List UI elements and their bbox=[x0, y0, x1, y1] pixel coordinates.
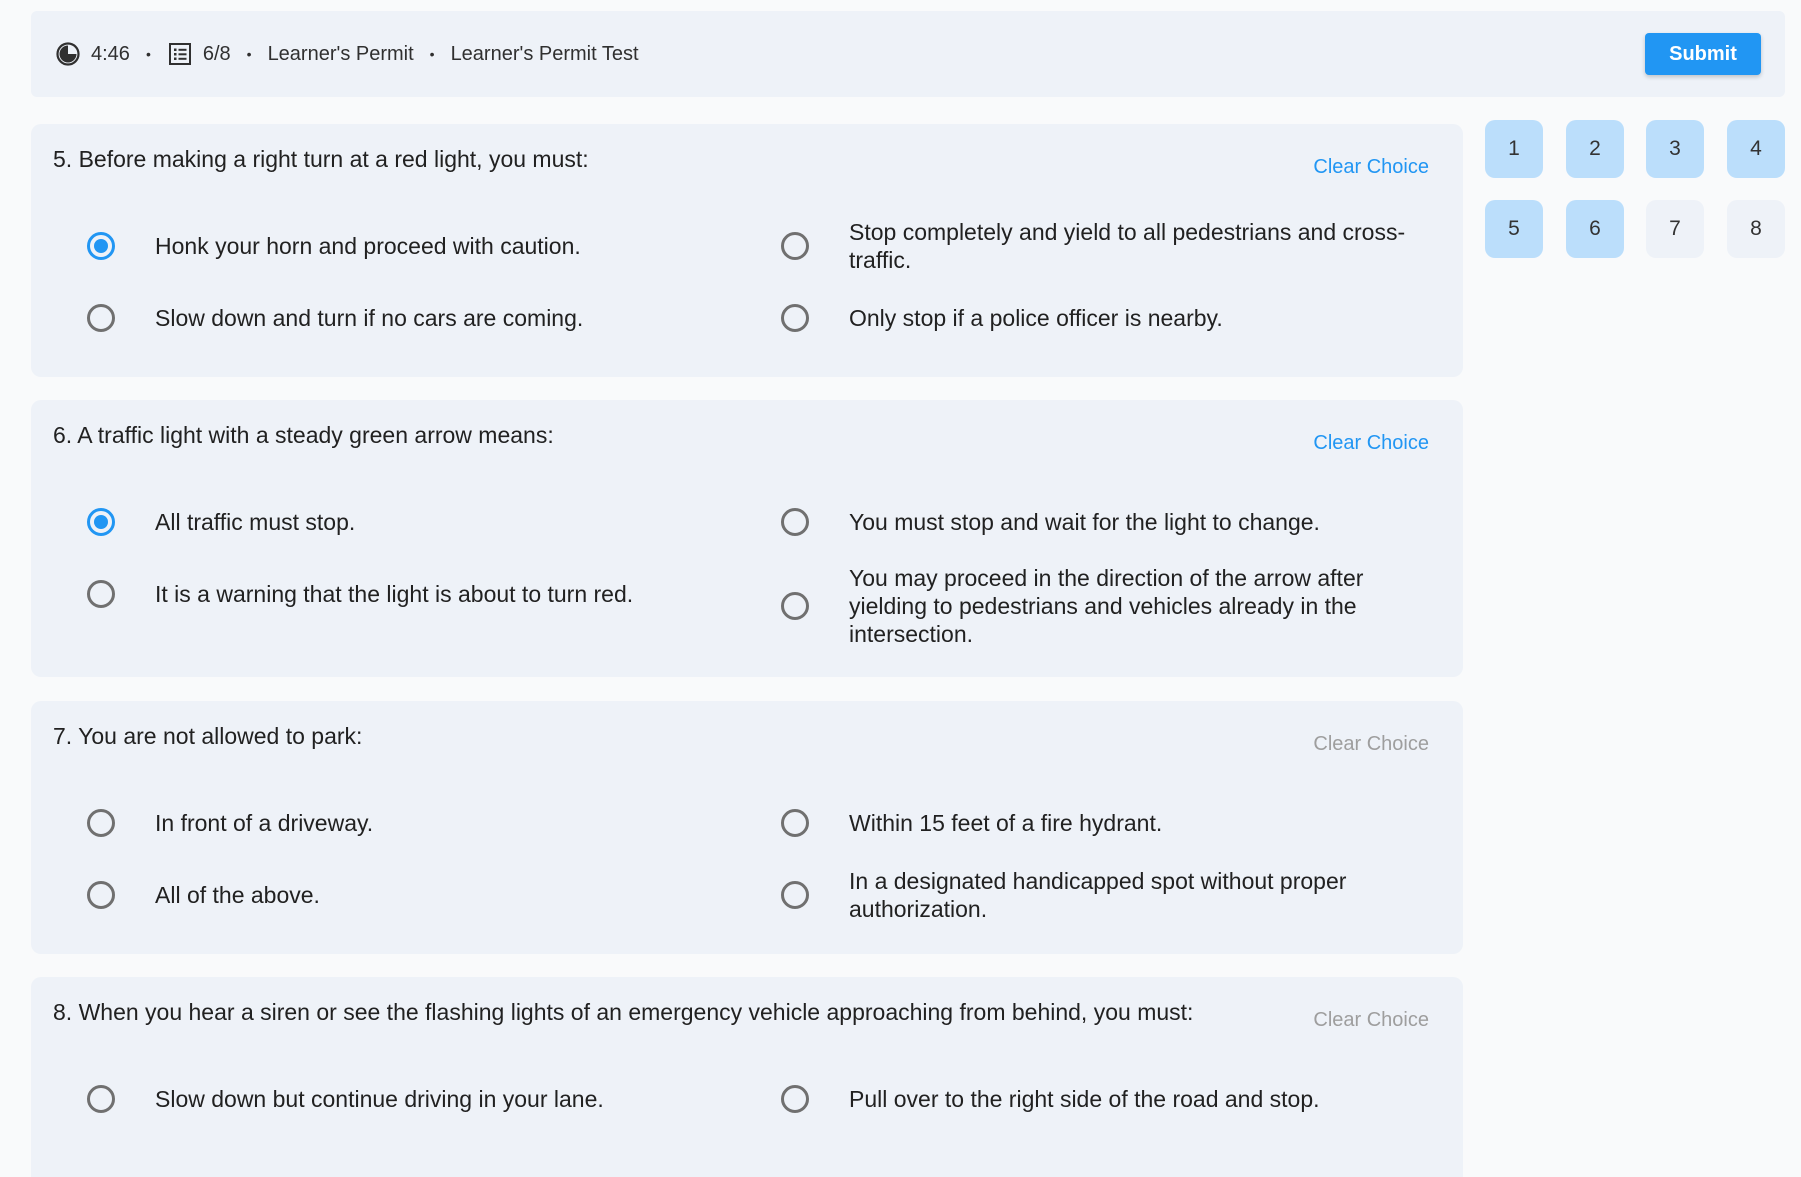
question-card: 8. When you hear a siren or see the flas… bbox=[31, 977, 1463, 1177]
answer-option[interactable]: Within 15 feet of a fire hydrant. bbox=[781, 809, 1409, 837]
test-name: Learner's Permit Test bbox=[450, 42, 639, 65]
radio-icon[interactable] bbox=[781, 232, 809, 260]
radio-icon[interactable] bbox=[781, 809, 809, 837]
clear-choice-button[interactable]: Clear Choice bbox=[1313, 733, 1429, 756]
clear-choice-button[interactable]: Clear Choice bbox=[1313, 1009, 1429, 1032]
answer-option[interactable]: You must stop and wait for the light to … bbox=[781, 508, 1409, 536]
radio-icon[interactable] bbox=[87, 1085, 115, 1113]
radio-icon[interactable] bbox=[781, 304, 809, 332]
test-category: Learner's Permit bbox=[267, 42, 414, 65]
clear-choice-button[interactable]: Clear Choice bbox=[1313, 432, 1429, 455]
separator-dot: • bbox=[429, 46, 435, 62]
option-label: All traffic must stop. bbox=[155, 509, 356, 535]
submit-button[interactable]: Submit bbox=[1645, 33, 1761, 75]
test-meta: 4:46 • 6/8 • Learner's Permit • Learner'… bbox=[55, 41, 639, 67]
question-card: 5. Before making a right turn at a red l… bbox=[31, 124, 1463, 377]
option-label: Within 15 feet of a fire hydrant. bbox=[849, 810, 1163, 836]
radio-icon[interactable] bbox=[781, 508, 809, 536]
nav-question-5[interactable]: 5 bbox=[1485, 200, 1543, 258]
option-label: You must stop and wait for the light to … bbox=[849, 509, 1320, 535]
nav-question-1[interactable]: 1 bbox=[1485, 120, 1543, 178]
nav-question-2[interactable]: 2 bbox=[1566, 120, 1624, 178]
question-title: 5. Before making a right turn at a red l… bbox=[53, 146, 589, 172]
answer-option[interactable]: In front of a driveway. bbox=[87, 809, 373, 837]
answer-option[interactable]: Slow down and turn if no cars are coming… bbox=[87, 304, 583, 332]
answer-option[interactable]: Stop completely and yield to all pedestr… bbox=[781, 218, 1409, 274]
answer-option[interactable]: Only stop if a police officer is nearby. bbox=[781, 304, 1409, 332]
radio-icon[interactable] bbox=[781, 592, 809, 620]
option-label: Honk your horn and proceed with caution. bbox=[155, 233, 581, 259]
radio-icon[interactable] bbox=[87, 580, 115, 608]
nav-question-3[interactable]: 3 bbox=[1646, 120, 1704, 178]
radio-icon[interactable] bbox=[87, 809, 115, 837]
answer-option[interactable]: Slow down but continue driving in your l… bbox=[87, 1085, 604, 1113]
nav-question-7[interactable]: 7 bbox=[1646, 200, 1704, 258]
test-header-bar: 4:46 • 6/8 • Learner's Permit • Learner'… bbox=[31, 11, 1785, 97]
question-card: 6. A traffic light with a steady green a… bbox=[31, 400, 1463, 677]
option-label: It is a warning that the light is about … bbox=[155, 581, 634, 607]
nav-question-8[interactable]: 8 bbox=[1727, 200, 1785, 258]
answer-option[interactable]: It is a warning that the light is about … bbox=[87, 580, 633, 608]
clear-choice-button[interactable]: Clear Choice bbox=[1313, 156, 1429, 179]
option-label: In a designated handicapped spot without… bbox=[849, 868, 1347, 922]
nav-question-6[interactable]: 6 bbox=[1566, 200, 1624, 258]
option-label: Pull over to the right side of the road … bbox=[849, 1086, 1320, 1112]
option-label: Only stop if a police officer is nearby. bbox=[849, 305, 1223, 331]
question-title: 6. A traffic light with a steady green a… bbox=[53, 422, 554, 448]
question-title: 8. When you hear a siren or see the flas… bbox=[53, 999, 1194, 1025]
separator-dot: • bbox=[145, 46, 151, 62]
option-label: All of the above. bbox=[155, 882, 320, 908]
question-title: 7. You are not allowed to park: bbox=[53, 723, 363, 749]
radio-icon[interactable] bbox=[781, 881, 809, 909]
answer-option[interactable]: You may proceed in the direction of the … bbox=[781, 564, 1409, 648]
radio-icon[interactable] bbox=[87, 304, 115, 332]
nav-question-4[interactable]: 4 bbox=[1727, 120, 1785, 178]
answer-option[interactable]: All traffic must stop. bbox=[87, 508, 355, 536]
timer-value: 4:46 bbox=[91, 42, 130, 65]
option-label: You may proceed in the direction of the … bbox=[849, 565, 1364, 647]
answer-option[interactable]: Pull over to the right side of the road … bbox=[781, 1085, 1409, 1113]
answer-option[interactable]: All of the above. bbox=[87, 881, 320, 909]
radio-selected-icon[interactable] bbox=[87, 508, 115, 536]
radio-icon[interactable] bbox=[87, 881, 115, 909]
option-label: Slow down but continue driving in your l… bbox=[155, 1086, 604, 1112]
question-card: 7. You are not allowed to park: Clear Ch… bbox=[31, 701, 1463, 954]
option-label: Slow down and turn if no cars are coming… bbox=[155, 305, 584, 331]
list-icon bbox=[167, 41, 193, 67]
answer-option[interactable]: Honk your horn and proceed with caution. bbox=[87, 232, 581, 260]
answer-option[interactable]: In a designated handicapped spot without… bbox=[781, 867, 1409, 923]
timer-icon bbox=[55, 41, 81, 67]
radio-selected-icon[interactable] bbox=[87, 232, 115, 260]
radio-icon[interactable] bbox=[781, 1085, 809, 1113]
option-label: Stop completely and yield to all pedestr… bbox=[849, 219, 1406, 273]
option-label: In front of a driveway. bbox=[155, 810, 374, 836]
progress-count: 6/8 bbox=[202, 42, 231, 65]
separator-dot: • bbox=[246, 46, 252, 62]
